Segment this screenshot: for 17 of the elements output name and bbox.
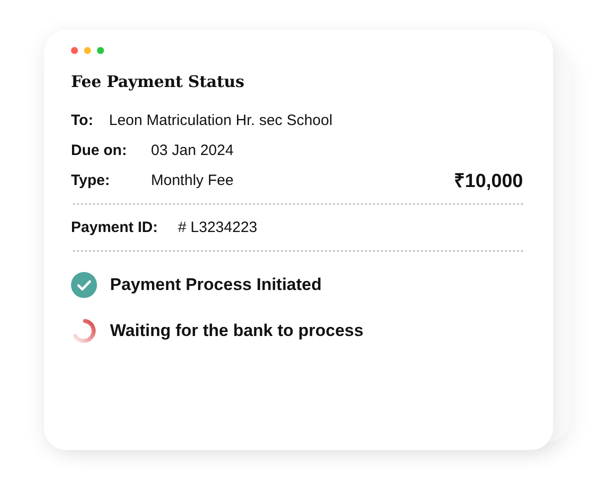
spinner-icon bbox=[71, 318, 97, 344]
check-circle-icon bbox=[71, 272, 97, 298]
step-text: Waiting for the bank to process bbox=[110, 321, 364, 341]
detail-label: Type: bbox=[71, 172, 111, 188]
card-title: Fee Payment Status bbox=[71, 72, 246, 91]
detail-label: Due on: bbox=[71, 142, 128, 158]
close-dot-icon bbox=[71, 47, 78, 54]
payment-id-label: Payment ID: bbox=[71, 218, 159, 236]
detail-label: To: bbox=[71, 112, 94, 128]
detail-value: Monthly Fee bbox=[151, 172, 235, 188]
detail-value: 03 Jan 2024 bbox=[151, 142, 235, 158]
detail-value: Leon Matriculation Hr. sec School bbox=[109, 112, 334, 128]
step-text: Payment Process Initiated bbox=[110, 275, 322, 295]
amount: ₹10,000 bbox=[454, 170, 523, 193]
minimize-dot-icon bbox=[84, 47, 91, 54]
maximize-dot-icon bbox=[97, 47, 104, 54]
payment-id-value: # L3234223 bbox=[178, 218, 258, 236]
